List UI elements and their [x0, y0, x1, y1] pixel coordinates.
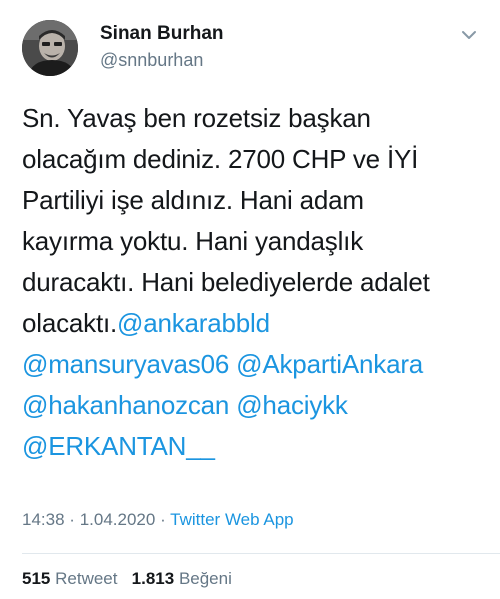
display-name[interactable]: Sinan Burhan: [100, 22, 224, 46]
tweet-text-line: duracaktı. Hani belediyelerde adalet: [22, 267, 430, 297]
tweet-text-line: kayırma yoktu. Hani yandaşlık: [22, 226, 364, 256]
like-count: 1.813: [131, 569, 175, 588]
tweet-source-link[interactable]: Twitter Web App: [170, 510, 293, 529]
user-handle[interactable]: @snnburhan: [100, 48, 224, 72]
retweet-label: Retweet: [55, 569, 118, 588]
like-stat[interactable]: 1.813 Beğeni: [132, 569, 232, 588]
tweet-header: Sinan Burhan @snnburhan: [20, 16, 480, 80]
avatar-photo: [22, 20, 78, 76]
avatar[interactable]: [22, 20, 78, 76]
tweet-date[interactable]: 1.04.2020: [80, 510, 156, 529]
like-label: Beğeni: [178, 569, 232, 588]
meta-separator: ·: [160, 510, 166, 529]
tweet-meta: 14:38 · 1.04.2020 · Twitter Web App: [22, 508, 294, 532]
mention-link[interactable]: @hakanhanozcan: [22, 390, 229, 420]
tweet-text: Sn. Yavaş ben rozetsiz başkan olacağım d…: [22, 98, 492, 467]
tweet-text-line: olacağım dediniz. 2700 CHP ve İYİ: [22, 144, 419, 174]
divider: [22, 553, 500, 554]
mention-link[interactable]: @haciykk: [236, 390, 348, 420]
meta-separator: ·: [69, 510, 75, 529]
tweet-stats: 515 Retweet 1.813 Beğeni: [22, 567, 232, 591]
mention-link[interactable]: @AkpartiAnkara: [236, 349, 423, 379]
mention-link[interactable]: @mansuryavas06: [22, 349, 229, 379]
user-names: Sinan Burhan @snnburhan: [100, 22, 224, 72]
chevron-down-icon[interactable]: [458, 24, 480, 46]
tweet-text-line: Sn. Yavaş ben rozetsiz başkan: [22, 103, 371, 133]
mention-link[interactable]: @ankarabbld: [117, 308, 270, 338]
tweet-card: Sinan Burhan @snnburhan Sn. Yavaş ben ro…: [0, 0, 500, 599]
tweet-text-line: olacaktı.: [22, 308, 118, 338]
mention-link[interactable]: @ERKANTAN__: [22, 431, 215, 461]
tweet-time[interactable]: 14:38: [22, 510, 65, 529]
tweet-text-line: Partiliyi işe aldınız. Hani adam: [22, 185, 364, 215]
retweet-stat[interactable]: 515 Retweet: [22, 569, 117, 588]
retweet-count: 515: [22, 569, 51, 588]
